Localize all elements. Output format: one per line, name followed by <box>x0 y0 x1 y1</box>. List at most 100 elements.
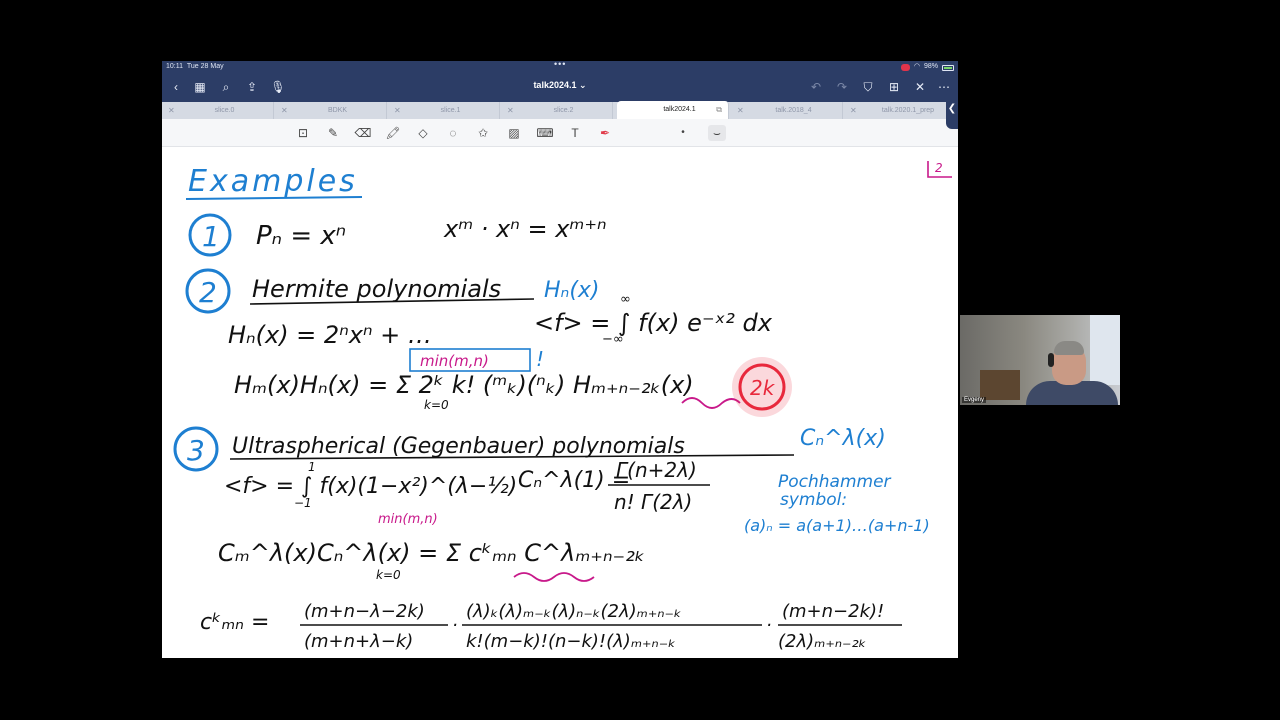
back-chevron-icon[interactable]: ‹ <box>168 79 184 95</box>
chevron-left-icon: ❮ <box>947 103 957 114</box>
status-bar: 10:11 Tue 28 May ••• ◠ 98% <box>162 61 958 72</box>
coefficient-frac1-num: (m+n−λ−2k) <box>304 601 425 622</box>
tab-close-icon[interactable]: ✕ <box>168 102 175 119</box>
laser-pointer-icon[interactable]: ✒ <box>596 125 614 141</box>
grid-view-icon[interactable]: ▦ <box>192 79 208 95</box>
tab-label: talk.2020.1_prep <box>881 107 935 114</box>
lasso-icon[interactable]: ◌ <box>444 125 462 141</box>
tab-close-icon[interactable]: ✕ <box>850 102 857 119</box>
navigation-bar: ‹ ▦ ⌕ ⇪ 🎙︎ talk2024.1 ⌄ ↶ ↷ ⛉ ⊞ ✕ ⋯ <box>162 72 958 102</box>
tab-talk2024-1[interactable]: talk2024.1 ⧉ <box>617 101 729 119</box>
bookmark-icon[interactable]: ⛉ <box>860 79 876 95</box>
item-number: 3 <box>187 434 205 467</box>
eraser-icon[interactable]: ⌫ <box>354 125 372 141</box>
battery-icon <box>942 64 954 71</box>
pochhammer-symbol-label: symbol: <box>780 490 847 510</box>
screen-recording-icon <box>900 64 910 71</box>
multitasking-dots[interactable]: ••• <box>554 61 566 70</box>
integral-upper-limit: ∞ <box>620 292 631 307</box>
microphone-icon[interactable]: 🎙︎ <box>270 79 286 95</box>
battery-percent: 98% <box>923 63 938 70</box>
status-time-date: 10:11 Tue 28 May <box>166 61 224 72</box>
document-title-text: talk2024.1 <box>533 80 577 90</box>
item-number: 1 <box>202 220 220 253</box>
headset-icon <box>1048 353 1054 367</box>
tab-slice-2[interactable]: ✕ slice.2 <box>501 102 613 119</box>
coefficient-frac2-den: k!(m−k)!(n−k)!(λ)ₘ₊ₙ₋ₖ <box>466 631 676 652</box>
text-box-icon[interactable]: T <box>566 125 584 141</box>
video-shelf <box>980 370 1020 400</box>
undo-icon[interactable]: ↶ <box>808 79 824 95</box>
tab-label: slice.0 <box>214 107 235 114</box>
pochhammer-definition: (a)ₙ = a(a+1)…(a+n-1) <box>744 516 930 535</box>
min-mn-label: min(m,n) <box>420 352 489 370</box>
hermite-title: Hermite polynomials <box>252 275 501 303</box>
gegenbauer-symbol: Cₙ^λ(x) <box>800 426 886 451</box>
pochhammer-label: Pochhammer <box>778 472 892 492</box>
sticker-icon[interactable]: ✩ <box>474 125 492 141</box>
document-title[interactable]: talk2024.1 ⌄ <box>502 80 618 91</box>
shapes-icon[interactable]: ◇ <box>414 125 432 141</box>
tab-slice-0[interactable]: ✕ slice.0 <box>162 102 274 119</box>
tab-close-icon[interactable]: ✕ <box>507 102 514 119</box>
hermite-product-formula: Hₘ(x)Hₙ(x) = Σ 2ᵏ k! (ᵐₖ)(ⁿₖ) Hₘ₊ₙ₋₂ₖ(x) <box>234 371 694 399</box>
tab-label: BDKK <box>327 107 348 114</box>
hermite-inner-product: <f> = ∫ f(x) e⁻ˣ² dx <box>534 309 773 337</box>
video-window <box>1090 315 1120 385</box>
status-date: Tue 28 May <box>186 63 224 70</box>
sum-upper-limit-min: min(m,n) <box>378 512 438 527</box>
tab-close-icon[interactable]: ✕ <box>394 102 401 119</box>
formula-xm-xn: xᵐ · xⁿ = xᵐ⁺ⁿ <box>443 215 607 243</box>
integral-upper-limit: 1 <box>308 460 316 474</box>
dot-operator: · <box>766 615 772 636</box>
exclamation-mark: ! <box>536 347 544 371</box>
ipad-screen: 10:11 Tue 28 May ••• ◠ 98% ‹ ▦ ⌕ ⇪ 🎙︎ ta… <box>162 61 958 658</box>
hermite-leading-term: Hₙ(x) = 2ⁿxⁿ + … <box>228 321 432 349</box>
image-icon[interactable]: ▨ <box>505 125 523 141</box>
stroke-style-icon[interactable]: ⌣ <box>708 125 726 141</box>
tab-close-icon[interactable]: ✕ <box>737 102 744 119</box>
integral-lower-limit: −∞ <box>602 332 624 347</box>
coefficient-frac3-num: (m+n−2k)! <box>782 601 884 622</box>
tab-split-icon[interactable]: ⧉ <box>716 101 722 118</box>
search-icon[interactable]: ⌕ <box>218 79 234 95</box>
keyboard-icon[interactable]: ⌨ <box>536 125 554 141</box>
highlighter-icon[interactable]: 🖍︎ <box>384 125 402 141</box>
magenta-squiggle <box>681 397 741 409</box>
ultraspherical-title: Ultraspherical (Gegenbauer) polynomials <box>232 434 685 459</box>
read-mode-icon[interactable]: ⊡ <box>294 125 312 141</box>
tab-label: talk.2018_4 <box>775 107 812 114</box>
magenta-squiggle <box>513 572 595 582</box>
dot-size-icon[interactable]: • <box>674 125 692 141</box>
sum-lower-limit: k=0 <box>376 568 401 582</box>
participant-video-tile[interactable]: Evgeny <box>960 315 1120 405</box>
page-number: 2 <box>935 161 943 175</box>
tab-talk-2018-4[interactable]: ✕ talk.2018_4 <box>731 102 843 119</box>
coefficient-frac3-den: (2λ)ₘ₊ₙ₋₂ₖ <box>778 631 866 652</box>
wifi-icon: ◠ <box>913 63 920 70</box>
share-icon[interactable]: ⇪ <box>244 79 260 95</box>
dot-operator: · <box>452 615 458 636</box>
notebook-page[interactable]: 2 Examples 1 Pₙ = xⁿ xᵐ · xⁿ = xᵐ⁺ⁿ 2 He… <box>162 147 958 658</box>
status-right: ◠ 98% <box>900 61 954 72</box>
add-page-icon[interactable]: ⊞ <box>886 79 902 95</box>
tab-bdkk[interactable]: ✕ BDKK <box>275 102 387 119</box>
tab-label: slice.2 <box>553 107 574 114</box>
close-icon[interactable]: ✕ <box>912 79 928 95</box>
handwritten-notes: 2 Examples 1 Pₙ = xⁿ xᵐ · xⁿ = xᵐ⁺ⁿ 2 He… <box>173 161 952 652</box>
side-panel-handle[interactable]: ❮ <box>946 89 958 129</box>
tab-close-icon[interactable]: ✕ <box>281 102 288 119</box>
pen-icon[interactable]: ✎ <box>324 125 342 141</box>
redo-icon[interactable]: ↷ <box>834 79 850 95</box>
tab-slice-1[interactable]: ✕ slice.1 <box>388 102 500 119</box>
integral-lower-limit: −1 <box>294 496 312 510</box>
gegenbauer-denominator: n! Γ(2λ) <box>614 490 692 514</box>
participant-name: Evgeny <box>962 397 987 403</box>
item-number: 2 <box>199 276 217 309</box>
tab-label: talk2024.1 <box>663 106 696 113</box>
tab-talk-2020-1-prep[interactable]: ✕ talk.2020.1_prep <box>844 102 958 119</box>
heading-examples: Examples <box>188 164 358 199</box>
drawing-toolbar: ⊡ ✎ ⌫ 🖍︎ ◇ ◌ ✩ ▨ ⌨ T ✒ • ⌣ <box>162 119 958 147</box>
formula-pn: Pₙ = xⁿ <box>256 221 346 251</box>
video-person-hair <box>1054 341 1084 355</box>
